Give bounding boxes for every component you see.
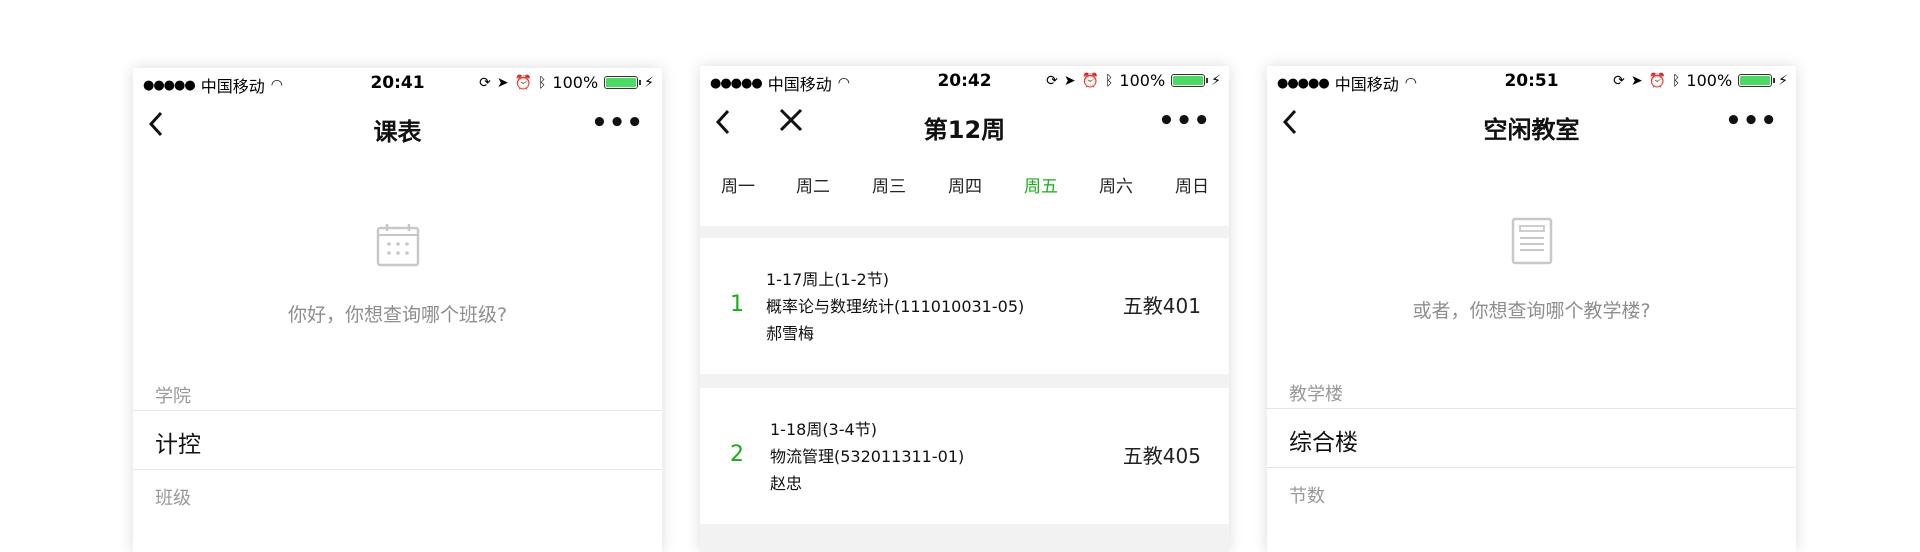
bluetooth-icon: ᛒ <box>1672 72 1681 89</box>
battery-percent: 100% <box>1686 71 1733 90</box>
battery-icon <box>604 76 642 89</box>
navigation-bar: 课表 ••• <box>133 98 662 154</box>
charging-icon: ⚡ <box>1778 72 1788 89</box>
section-divider <box>700 524 1229 552</box>
building-field[interactable]: 综合楼 <box>1267 408 1796 468</box>
status-bar: ●●●●● 中国移动 ◠ 20:51 ⟳ ➤ ⏰ ᛒ 100% ⚡ <box>1267 66 1796 96</box>
college-label: 学院 <box>155 386 191 407</box>
page-title: 课表 <box>373 118 422 146</box>
course-index: 2 <box>730 442 744 467</box>
course-room: 五教405 <box>1122 444 1201 468</box>
rotation-lock-icon: ⟳ <box>1613 72 1625 89</box>
query-prompt: 或者，你想查询哪个教学楼? <box>1412 300 1651 322</box>
battery-icon <box>1171 74 1209 87</box>
course-name: 概率论与数理统计(111010031-05) <box>766 297 1025 316</box>
navigation-bar: 第12周 ••• <box>700 96 1229 152</box>
alarm-icon: ⏰ <box>1648 72 1666 89</box>
page-title: 空闲教室 <box>1483 116 1580 144</box>
alarm-icon: ⏰ <box>1081 72 1099 89</box>
course-name: 物流管理(532011311-01) <box>770 447 965 466</box>
more-dots-icon: ••• <box>1725 106 1778 136</box>
phone-screen-week: ●●●●● 中国移动 ◠ 20:42 ⟳ ➤ ⏰ ᛒ 100% ⚡ 第12周 •… <box>700 66 1229 552</box>
section-divider <box>700 374 1229 388</box>
bluetooth-icon: ᛒ <box>538 74 547 91</box>
query-prompt: 你好，你想查询哪个班级? <box>287 304 508 326</box>
building-value: 综合楼 <box>1289 430 1358 456</box>
more-button[interactable]: ••• <box>591 108 644 138</box>
alarm-icon: ⏰ <box>514 74 532 91</box>
weekday-tabs: 周一 周二 周三 周四 周五 周六 周日 <box>700 158 1229 208</box>
course-weeks: 1-18周(3-4节) <box>770 420 877 439</box>
battery-icon <box>1738 74 1776 87</box>
phone-screen-schedule: ●●●●● 中国移动 ◠ 20:41 ⟳ ➤ ⏰ ᛒ 100% ⚡ 课表 ••• <box>133 68 662 552</box>
more-dots-icon: ••• <box>591 108 644 138</box>
class-label: 班级 <box>155 488 191 509</box>
charging-icon: ⚡ <box>1211 72 1221 89</box>
rotation-lock-icon: ⟳ <box>479 74 491 91</box>
tab-tuesday[interactable]: 周二 <box>796 172 830 197</box>
battery-percent: 100% <box>1119 71 1166 90</box>
location-icon: ➤ <box>1630 72 1643 89</box>
course-index: 1 <box>730 292 744 317</box>
calendar-icon <box>376 224 419 267</box>
navigation-bar: 空闲教室 ••• <box>1267 96 1796 152</box>
building-label: 教学楼 <box>1289 384 1343 405</box>
charging-icon: ⚡ <box>644 74 654 91</box>
building-icon <box>1511 217 1552 265</box>
battery-percent: 100% <box>552 73 599 92</box>
tab-wednesday[interactable]: 周三 <box>872 172 906 197</box>
section-divider <box>700 226 1229 238</box>
location-icon: ➤ <box>1063 72 1076 89</box>
status-bar: ●●●●● 中国移动 ◠ 20:42 ⟳ ➤ ⏰ ᛒ 100% ⚡ <box>700 66 1229 96</box>
phone-screen-free-classroom: ●●●●● 中国移动 ◠ 20:51 ⟳ ➤ ⏰ ᛒ 100% ⚡ 空闲教室 •… <box>1267 66 1796 552</box>
course-room: 五教401 <box>1122 294 1201 318</box>
tab-thursday[interactable]: 周四 <box>948 172 982 197</box>
more-dots-icon: ••• <box>1158 106 1211 136</box>
rotation-lock-icon: ⟳ <box>1046 72 1058 89</box>
course-card[interactable]: 1 1-17周上(1-2节) 概率论与数理统计(111010031-05) 郝雪… <box>700 238 1229 374</box>
more-button[interactable]: ••• <box>1158 106 1211 136</box>
bluetooth-icon: ᛒ <box>1105 72 1114 89</box>
course-teacher: 赵忠 <box>770 474 803 493</box>
course-card[interactable]: 2 1-18周(3-4节) 物流管理(532011311-01) 赵忠 五教40… <box>700 388 1229 524</box>
location-icon: ➤ <box>496 74 509 91</box>
college-value: 计控 <box>155 432 201 458</box>
college-field[interactable]: 计控 <box>133 410 662 470</box>
tab-friday[interactable]: 周五 <box>1024 172 1058 197</box>
page-title: 第12周 <box>923 116 1006 144</box>
tab-monday[interactable]: 周一 <box>721 172 755 197</box>
status-bar: ●●●●● 中国移动 ◠ 20:41 ⟳ ➤ ⏰ ᛒ 100% ⚡ <box>133 68 662 98</box>
tab-sunday[interactable]: 周日 <box>1175 172 1209 197</box>
more-button[interactable]: ••• <box>1725 106 1778 136</box>
tab-saturday[interactable]: 周六 <box>1099 172 1133 197</box>
course-teacher: 郝雪梅 <box>766 324 815 343</box>
course-weeks: 1-17周上(1-2节) <box>766 270 889 289</box>
period-label: 节数 <box>1289 486 1325 507</box>
